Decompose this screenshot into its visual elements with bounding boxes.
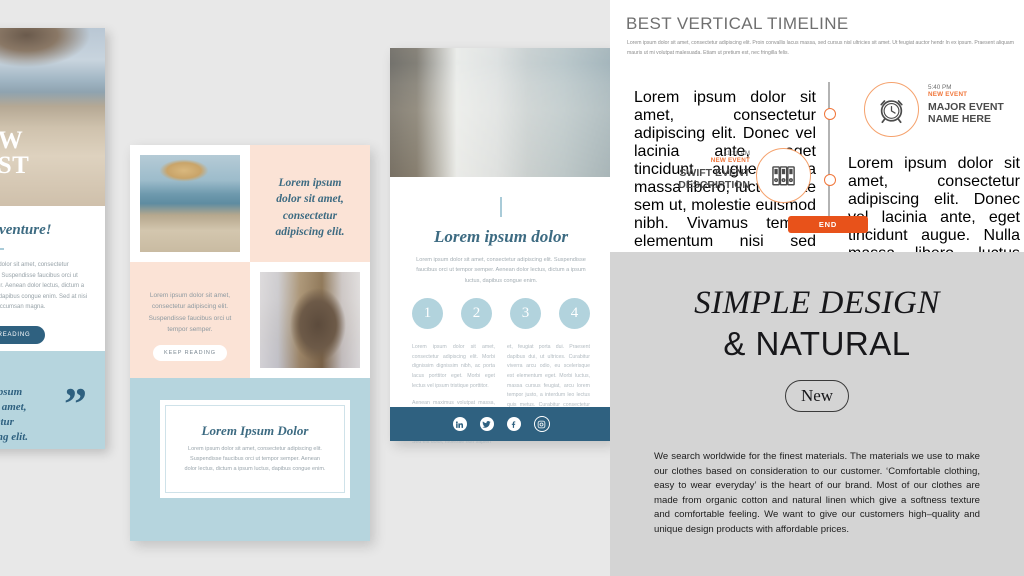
blog-keep-reading-button[interactable]: KEEP READING <box>0 325 45 344</box>
simple-headline-line1: SIMPLE DESIGN <box>694 285 940 321</box>
quote-mark-icon: ” <box>64 378 87 429</box>
article-accent-tick <box>500 197 502 217</box>
article-col-left-p1: Lorem ipsum dolor sit amet, consectetur … <box>412 344 495 389</box>
instagram-icon[interactable] <box>533 416 550 432</box>
slide-gallery-canvas: NEW POST 2020 An adventure! Lorem ipsum … <box>0 0 1024 576</box>
blog-hero-title-line2: POST <box>0 152 30 180</box>
blog-hero-title-line1: NEW <box>0 126 24 154</box>
timeline-intro-paragraph: Lorem ipsum dolor sit amet, consectetur … <box>627 40 1015 56</box>
linkedin-icon[interactable] <box>452 417 467 431</box>
blog-post-card[interactable]: NEW POST 2020 An adventure! Lorem ipsum … <box>0 28 105 449</box>
timeline-title: BEST VERTICAL TIMELINE <box>626 14 849 33</box>
step-circle-3[interactable]: 3 <box>510 298 541 330</box>
simple-design-slide[interactable]: SIMPLE DESIGN & NATURAL New We search wo… <box>610 252 1024 576</box>
grid-copy-text: Lorem ipsum dolor sit amet, consectetur … <box>148 292 232 334</box>
timeline-event-1-name-line1: MAJOR EVENT <box>928 101 1004 113</box>
facebook-icon[interactable] <box>506 417 521 431</box>
blog-hero-overlay-text: NEW POST 2020 <box>0 126 30 193</box>
timeline-node-1[interactable] <box>824 108 836 120</box>
grid-inner-border: Lorem Ipsum Dolor Lorem ipsum dolor sit … <box>165 405 345 493</box>
alarm-clock-icon <box>864 82 919 137</box>
grid-layout-card[interactable]: Lorem ipsum dolor sit amet, consectetur … <box>130 145 370 541</box>
grid-cell-copy: Lorem ipsum dolor sit amet, consectetur … <box>130 262 250 378</box>
grid-quote-text: Lorem ipsum dolor sit amet, consectetur … <box>275 177 345 238</box>
timeline-slide[interactable]: BEST VERTICAL TIMELINE Lorem ipsum dolor… <box>610 0 1024 388</box>
article-lead-text: Lorem ipsum dolor sit amet, consectetur … <box>416 257 586 284</box>
timeline-event-2-name-line2: DESCRIPTION <box>678 179 750 192</box>
blog-body: An adventure! Lorem ipsum dolor sit amet… <box>0 206 105 344</box>
timeline-end-button[interactable]: END <box>788 216 868 233</box>
article-hero-image <box>390 48 612 177</box>
timeline-event-2-time: 11:20 AM <box>723 150 750 157</box>
timeline-event-1-time: 5:40 PM <box>928 84 952 91</box>
woman-beach-photo <box>140 155 240 252</box>
grid-cell-photo-dog <box>250 262 370 378</box>
grid-cell-quote: Lorem ipsum dolor sit amet, consectetur … <box>250 145 370 262</box>
article-title: Lorem ipsum dolor <box>433 227 569 246</box>
twitter-icon[interactable] <box>479 417 494 431</box>
step-circle-4[interactable]: 4 <box>559 298 590 330</box>
timeline-spine <box>828 82 830 222</box>
article-social-footer <box>390 407 612 441</box>
blog-body-title: An adventure! <box>0 222 52 238</box>
simple-new-badge[interactable]: New <box>785 380 849 412</box>
step-circle-1[interactable]: 1 <box>412 298 443 330</box>
timeline-event-1-tag: NEW EVENT <box>928 91 968 98</box>
step-circle-2[interactable]: 2 <box>461 298 492 330</box>
blog-hero-image: NEW POST 2020 <box>0 28 105 206</box>
blog-quote-band: Lorem ipsum dolor sit amet, consectetur … <box>0 351 105 449</box>
blog-divider <box>0 248 4 250</box>
grid-inner-title: Lorem Ipsum Dolor <box>201 423 309 439</box>
grid-blue-band: Lorem Ipsum Dolor Lorem ipsum dolor sit … <box>130 378 370 541</box>
blog-hero-date: 2020 <box>0 181 29 192</box>
timeline-event-2-tag: NEW EVENT <box>710 157 750 164</box>
grid-cell-photo-woman <box>130 145 250 262</box>
article-card[interactable]: Lorem ipsum dolor Lorem ipsum dolor sit … <box>390 48 612 445</box>
dog-photo <box>260 272 360 368</box>
simple-headline-line2: & NATURAL <box>723 325 911 362</box>
timeline-event-1-meta: 5:40 PM NEW EVENT MAJOR EVENT NAME HERE <box>928 84 1024 126</box>
timeline-events: Lorem ipsum dolor sit amet, consectetur … <box>610 0 1024 388</box>
grid-inner-copy: Lorem ipsum dolor sit amet, consectetur … <box>184 446 326 472</box>
binders-icon <box>756 148 811 203</box>
simple-paragraph: We search worldwide for the finest mater… <box>654 451 980 535</box>
blog-quote-text: Lorem ipsum dolor sit amet, consectetur … <box>0 386 28 443</box>
grid-inner-card: Lorem Ipsum Dolor Lorem ipsum dolor sit … <box>160 400 350 498</box>
grid-keep-reading-button[interactable]: KEEP READING <box>153 344 227 361</box>
blog-body-text: Lorem ipsum dolor sit amet, consectetur … <box>0 262 88 310</box>
timeline-event-2-name-line1: SWIFT EVENT <box>679 167 750 179</box>
timeline-node-2[interactable] <box>824 174 836 186</box>
timeline-event-2-meta: 11:20 AM NEW EVENT SWIFT EVENT DESCRIPTI… <box>630 150 750 192</box>
timeline-event-1-name-line2: NAME HERE <box>928 113 992 126</box>
article-step-circles: 1 2 3 4 <box>390 286 612 330</box>
